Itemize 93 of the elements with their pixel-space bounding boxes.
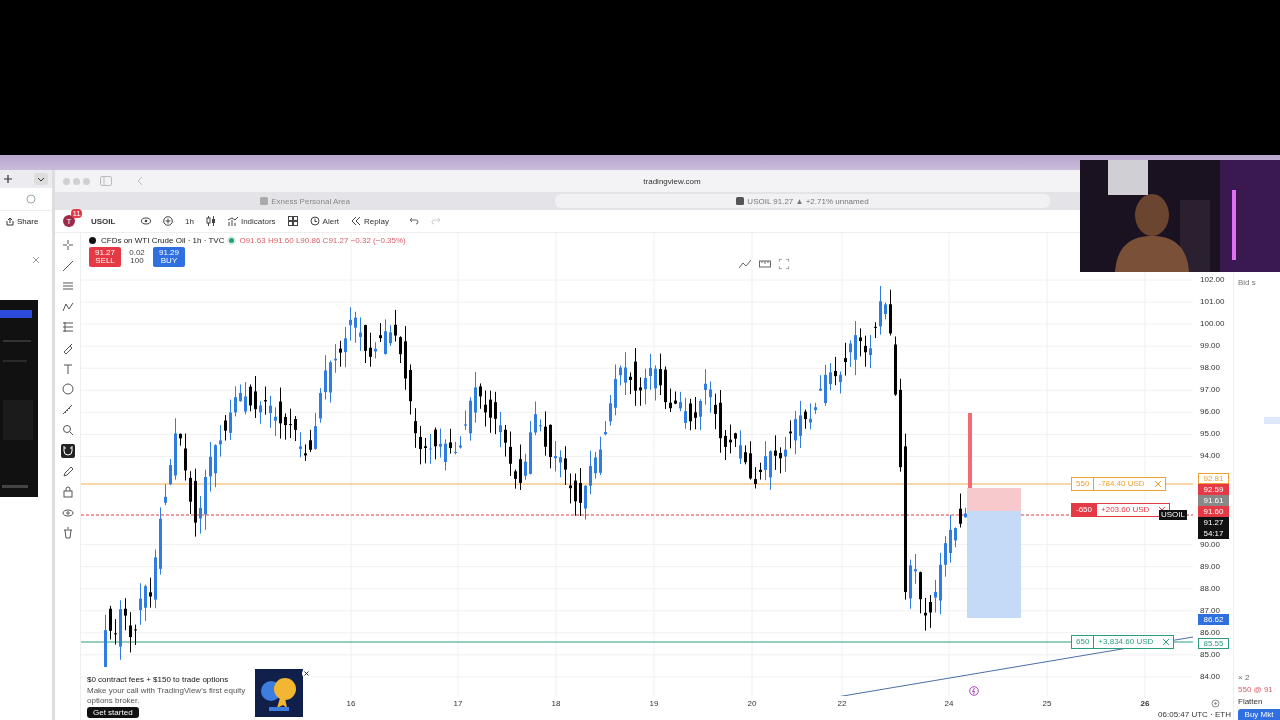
- fullscreen-icon[interactable]: [779, 259, 789, 269]
- share-icon: [6, 217, 14, 226]
- time-label: 17: [453, 699, 463, 708]
- replay-button[interactable]: Replay: [351, 216, 389, 226]
- price-label: 99.00: [1200, 341, 1221, 352]
- ruler-tool[interactable]: [60, 402, 75, 417]
- eye-icon[interactable]: [141, 217, 151, 225]
- browser-tab[interactable]: USOIL 91.27 ▲ +2.71% unnamed: [555, 194, 1050, 208]
- ad-text: Make your call with TradingView's first equity options broker.: [87, 686, 247, 706]
- price-label: 101.00: [1200, 297, 1225, 308]
- order-pnl[interactable]: +3,834.60 USD: [1094, 635, 1175, 649]
- notification-badge: 11: [71, 209, 83, 218]
- panel-header: Bid s: [1237, 277, 1257, 287]
- price-label: 85.00: [1200, 649, 1221, 660]
- time-label: 20: [747, 699, 757, 708]
- profile-icon[interactable]: [26, 194, 36, 204]
- caret-icon[interactable]: [34, 173, 48, 185]
- order-quantity[interactable]: 650: [1071, 635, 1095, 649]
- undo-icon[interactable]: [408, 217, 419, 225]
- symbol-search[interactable]: USOIL: [91, 216, 129, 226]
- price-label: 84.00: [1200, 671, 1221, 682]
- flatten-button[interactable]: Flatten: [1238, 697, 1280, 706]
- clock-icon: [309, 216, 320, 226]
- ad-title: $0 contract fees + $150 to trade options: [87, 675, 230, 684]
- pencil-tool[interactable]: [60, 464, 75, 479]
- price-tag: 91.60: [1198, 506, 1229, 517]
- avatar[interactable]: T: [63, 215, 75, 227]
- url-text[interactable]: tradingview.com: [643, 176, 701, 186]
- add-icon[interactable]: [163, 216, 173, 226]
- symbol-tag: USOIL: [1159, 510, 1187, 520]
- price-label: 102.00: [1200, 275, 1225, 285]
- price-label: 88.00: [1200, 583, 1221, 594]
- lines-tool[interactable]: [60, 320, 75, 335]
- sell-button[interactable]: 91.27 SELL: [89, 247, 121, 267]
- chart-icon: [227, 216, 238, 226]
- price-label: 98.00: [1200, 363, 1221, 374]
- layouts-icon[interactable]: [287, 216, 298, 226]
- order-line[interactable]: [81, 641, 1193, 643]
- price-label: 94.00: [1200, 451, 1221, 462]
- tab-icon: [260, 197, 269, 205]
- time-label: 16: [346, 699, 356, 708]
- price-tag: 85.55: [1198, 637, 1229, 649]
- ohlc-values: O91.63 H91.60 L90.86 C91.27 −0.32 (−0.35%): [239, 236, 406, 245]
- alert-button[interactable]: Alert: [309, 216, 340, 226]
- candles-icon[interactable]: [205, 216, 216, 226]
- plus-icon[interactable]: [4, 175, 12, 183]
- close-icon[interactable]: [302, 669, 311, 678]
- price-tag: 91.27: [1198, 517, 1229, 528]
- time-label: 24: [944, 699, 954, 708]
- time-label: 26: [1140, 699, 1150, 708]
- price-label: 95.00: [1200, 429, 1221, 440]
- crosshair-tool[interactable]: [60, 238, 75, 252]
- trend-icon[interactable]: [739, 259, 751, 269]
- time-label: 25: [1042, 699, 1052, 708]
- logo-icon: [89, 237, 96, 244]
- clock-text: 06:05:47 UTC · ETH: [1158, 710, 1231, 719]
- price-label: 89.00: [1200, 561, 1221, 572]
- price-label: 87.00: [1200, 605, 1221, 616]
- price-tag: 54:17: [1198, 528, 1229, 539]
- tab-icon: [736, 197, 745, 205]
- price-label: 96.00: [1200, 407, 1221, 418]
- buy-market-button[interactable]: Buy Mkt: [1238, 709, 1280, 720]
- price-tag: 91.61: [1198, 495, 1229, 506]
- price-label: 90.00: [1200, 539, 1221, 550]
- trend-tool[interactable]: [60, 258, 75, 273]
- price-label: 100.00: [1200, 319, 1225, 330]
- spread-value: 0.02: [129, 249, 145, 257]
- price-tag: 86.62: [1198, 614, 1229, 626]
- position-count: × 2: [1238, 673, 1251, 682]
- share-button[interactable]: Share: [4, 215, 41, 228]
- lock-tool[interactable]: [60, 485, 75, 500]
- zoom-tool[interactable]: [60, 423, 75, 438]
- position-text[interactable]: 550 @ 91: [1238, 685, 1280, 694]
- quantity-value[interactable]: 100: [130, 257, 144, 265]
- lightning-icon[interactable]: [969, 686, 979, 696]
- price-label: 97.00: [1200, 385, 1221, 396]
- time-label: 22: [837, 699, 847, 708]
- order-quantity[interactable]: -650: [1071, 503, 1097, 517]
- ruler-icon[interactable]: [759, 259, 771, 269]
- indicators-button[interactable]: Indicators: [227, 216, 276, 226]
- time-label: 18: [551, 699, 561, 708]
- market-status-icon: [229, 238, 235, 243]
- price-label: 86.00: [1200, 627, 1221, 638]
- price-tag: 92.81: [1198, 473, 1229, 484]
- settings-icon[interactable]: [1211, 699, 1220, 708]
- time-label: 19: [649, 699, 659, 708]
- buy-button[interactable]: 91.29 BUY: [153, 247, 185, 267]
- magnet-tool[interactable]: [60, 443, 75, 458]
- symbol-title[interactable]: CFDs on WTI Crude Oil · 1h · TVC: [101, 236, 225, 245]
- rewind-icon: [351, 217, 362, 225]
- order-line[interactable]: [81, 483, 1193, 485]
- interval-button[interactable]: 1h: [185, 216, 194, 226]
- get-started-button[interactable]: Get started: [87, 707, 139, 719]
